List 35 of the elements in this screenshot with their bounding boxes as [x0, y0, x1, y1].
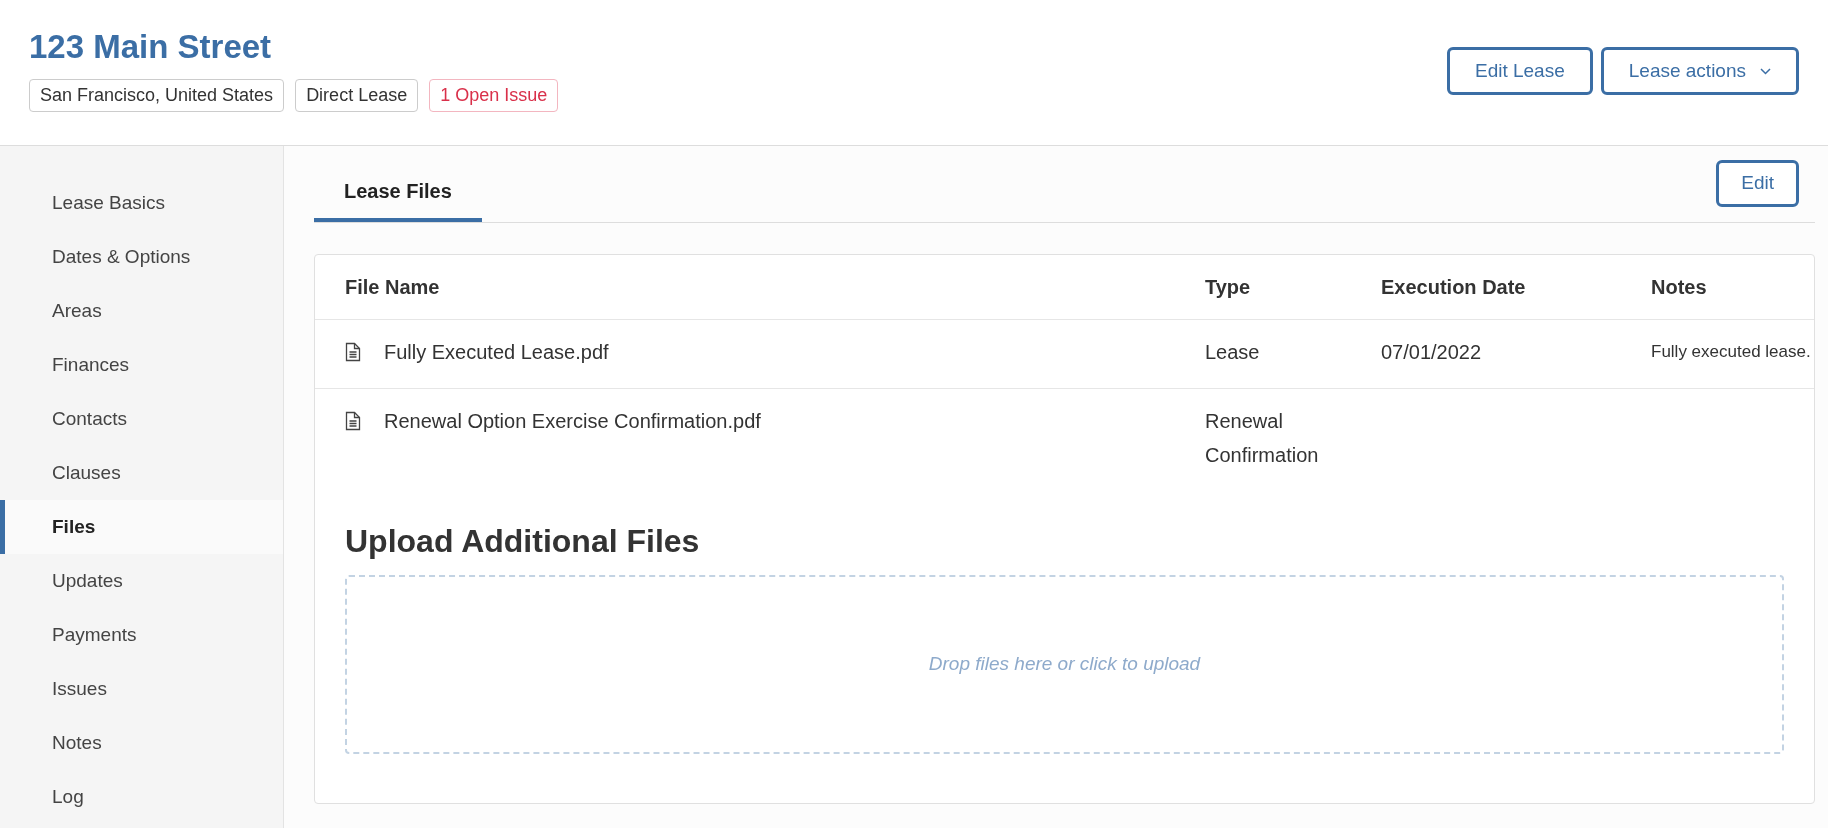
- file-link[interactable]: Renewal Option Exercise Confirmation.pdf: [384, 408, 761, 434]
- actions-dropdown-button[interactable]: Lease actions: [1600, 47, 1799, 95]
- sidebar-item[interactable]: Areas: [0, 284, 283, 338]
- dropzone-hint: Drop files here or click to upload: [928, 652, 1201, 677]
- document-icon: [345, 342, 361, 362]
- page-title: 123 Main Street: [29, 27, 273, 67]
- info-tag: San Francisco, United States: [29, 79, 285, 112]
- tab[interactable]: Lease Files: [314, 163, 482, 222]
- sidebar-item[interactable]: Notes: [0, 716, 283, 770]
- column-header: Execution Date: [1381, 275, 1527, 300]
- sidebar-item[interactable]: Lease Basics: [0, 176, 283, 230]
- column-header: Notes: [1651, 275, 1708, 300]
- column-header: Type: [1205, 275, 1252, 300]
- sidebar-item[interactable]: Finances: [0, 338, 283, 392]
- table-cell-text: Lease: [1205, 340, 1261, 365]
- document-icon: [345, 411, 361, 431]
- sidebar-item[interactable]: Contacts: [0, 392, 283, 446]
- section-heading: Upload Additional Files: [345, 522, 701, 561]
- column-header: File Name: [345, 275, 441, 300]
- sidebar-item[interactable]: Payments: [0, 608, 283, 662]
- sidebar-item[interactable]: Updates: [0, 554, 283, 608]
- edit-button[interactable]: Edit: [1716, 160, 1799, 207]
- chevron-down-icon: [1760, 67, 1771, 75]
- sidebar-item[interactable]: Issues: [0, 662, 283, 716]
- sidebar-item[interactable]: Clauses: [0, 446, 283, 500]
- file-link[interactable]: Fully Executed Lease.pdf: [384, 339, 609, 365]
- sidebar-item[interactable]: Log: [0, 770, 283, 824]
- table-cell-text: Renewal Confirmation: [1205, 409, 1320, 468]
- sidebar-item[interactable]: Files: [0, 500, 283, 554]
- info-tag: Direct Lease: [295, 79, 419, 112]
- table-cell-text: 07/01/2022: [1381, 340, 1483, 365]
- table-cell-text: Fully executed lease.: [1651, 341, 1812, 363]
- issue-tag: 1 Open Issue: [429, 79, 559, 112]
- sidebar-item[interactable]: Dates & Options: [0, 230, 283, 284]
- edit-lease-button[interactable]: Edit Lease: [1446, 47, 1593, 95]
